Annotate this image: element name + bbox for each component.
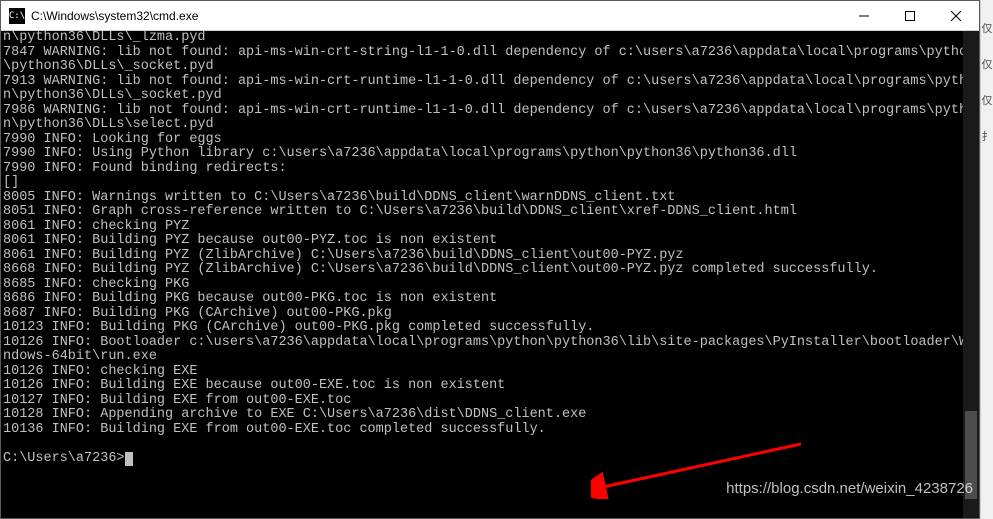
strip-char-4: 扌 [981,128,993,144]
strip-char-1: 仅 [981,20,993,36]
cmd-icon: C:\ [9,8,25,24]
scrollbar-track[interactable] [963,31,979,518]
prompt-line: C:\Users\a7236> [3,451,133,466]
maximize-button[interactable] [887,1,933,30]
watermark-text: https://blog.csdn.net/weixin_4238726 [726,482,973,497]
terminal-text: n\python36\DLLs\_lzma.pyd 7847 WARNING: … [3,31,975,437]
window-controls [841,1,979,30]
terminal-output[interactable]: n\python36\DLLs\_lzma.pyd 7847 WARNING: … [1,31,979,518]
cursor [125,452,133,466]
right-sidebar-strip: 仅 仅 仅 扌 [980,0,993,519]
cmd-window: C:\ C:\Windows\system32\cmd.exe n\python… [0,0,980,519]
titlebar[interactable]: C:\ C:\Windows\system32\cmd.exe [1,1,979,31]
prompt-text: C:\Users\a7236> [3,451,125,466]
close-button[interactable] [933,1,979,30]
strip-char-2: 仅 [981,56,993,72]
minimize-button[interactable] [841,1,887,30]
strip-char-3: 仅 [981,92,993,108]
window-title: C:\Windows\system32\cmd.exe [31,9,841,23]
